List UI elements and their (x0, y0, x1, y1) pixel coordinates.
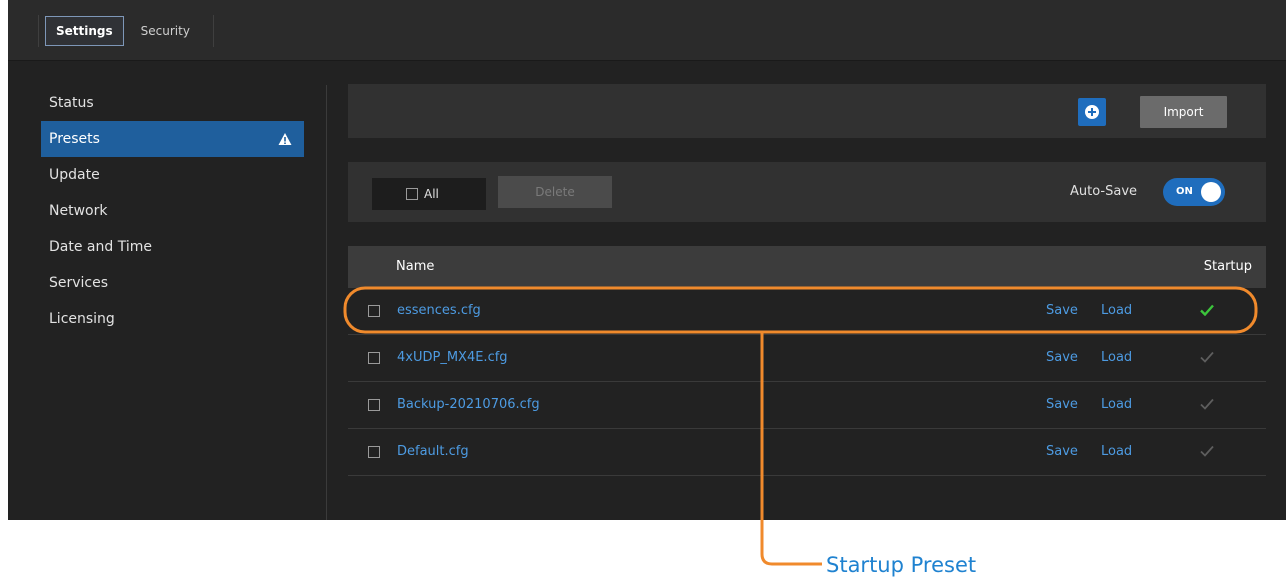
save-link[interactable]: Save (1046, 382, 1078, 428)
sidebar-item-network[interactable]: Network (41, 193, 304, 229)
toggle-knob (1201, 182, 1221, 202)
sidebar-item-services[interactable]: Services (41, 265, 304, 301)
sidebar-item-label: Licensing (49, 311, 115, 327)
tab-group: Settings Security (38, 15, 214, 47)
column-header-name: Name (396, 259, 435, 274)
sidebar-item-status[interactable]: Status (41, 85, 304, 121)
load-link[interactable]: Load (1101, 382, 1132, 428)
table-row: 4xUDP_MX4E.cfg Save Load (348, 335, 1266, 382)
sidebar-item-presets[interactable]: Presets (41, 121, 304, 157)
sidebar-item-label: Update (49, 167, 100, 183)
sidebar-item-label: Status (49, 95, 94, 111)
save-link[interactable]: Save (1046, 335, 1078, 381)
autosave-state: ON (1176, 186, 1193, 197)
row-checkbox[interactable] (368, 305, 380, 317)
tab-settings[interactable]: Settings (45, 16, 124, 46)
save-link[interactable]: Save (1046, 429, 1078, 475)
table-row: Backup-20210706.cfg Save Load (348, 382, 1266, 429)
autosave-label: Auto-Save (1070, 184, 1138, 199)
warning-icon (278, 133, 292, 145)
table-header: Name Startup (348, 246, 1266, 288)
startup-check-icon[interactable] (1200, 445, 1214, 457)
preset-name-link[interactable]: Backup-20210706.cfg (397, 382, 540, 428)
row-checkbox[interactable] (368, 446, 380, 458)
sidebar-item-label: Services (49, 275, 109, 291)
preset-name-link[interactable]: essences.cfg (397, 288, 481, 334)
select-all-checkbox[interactable]: All (372, 178, 486, 210)
add-preset-button[interactable] (1078, 98, 1106, 126)
select-all-label: All (424, 187, 439, 201)
sidebar-item-label: Date and Time (49, 239, 152, 255)
autosave-toggle[interactable]: ON (1163, 178, 1225, 206)
load-link[interactable]: Load (1101, 335, 1132, 381)
sidebar-item-label: Presets (49, 131, 100, 147)
app-window: Settings Security Status Presets Update … (8, 0, 1286, 520)
sidebar-item-licensing[interactable]: Licensing (41, 301, 304, 337)
save-link[interactable]: Save (1046, 288, 1078, 334)
presets-toolbar: Import (348, 84, 1266, 138)
row-checkbox[interactable] (368, 352, 380, 364)
plus-circle-icon (1085, 105, 1099, 119)
sidebar-item-label: Network (49, 203, 108, 219)
startup-check-icon[interactable] (1200, 398, 1214, 410)
sidebar-item-update[interactable]: Update (41, 157, 304, 193)
preset-name-link[interactable]: 4xUDP_MX4E.cfg (397, 335, 508, 381)
table-row: Default.cfg Save Load (348, 429, 1266, 476)
sidebar: Status Presets Update Network Date and T… (41, 85, 304, 337)
sidebar-item-date-and-time[interactable]: Date and Time (41, 229, 304, 265)
startup-check-icon[interactable] (1200, 351, 1214, 363)
tab-security[interactable]: Security (130, 16, 201, 46)
table-row: essences.cfg Save Load (348, 288, 1266, 335)
callout-label: Startup Preset (826, 553, 977, 577)
row-checkbox[interactable] (368, 399, 380, 411)
presets-actions-bar: All Delete Auto-Save ON (348, 162, 1266, 222)
checkbox-icon (406, 188, 418, 200)
delete-button[interactable]: Delete (498, 176, 612, 208)
presets-table: Name Startup essences.cfg Save Load 4xUD… (348, 246, 1266, 476)
load-link[interactable]: Load (1101, 288, 1132, 334)
preset-name-link[interactable]: Default.cfg (397, 429, 469, 475)
startup-check-icon[interactable] (1200, 304, 1214, 316)
sidebar-divider (326, 85, 327, 520)
top-navigation-bar: Settings Security (8, 0, 1286, 61)
column-header-startup: Startup (1203, 259, 1252, 274)
import-button[interactable]: Import (1140, 96, 1227, 128)
load-link[interactable]: Load (1101, 429, 1132, 475)
